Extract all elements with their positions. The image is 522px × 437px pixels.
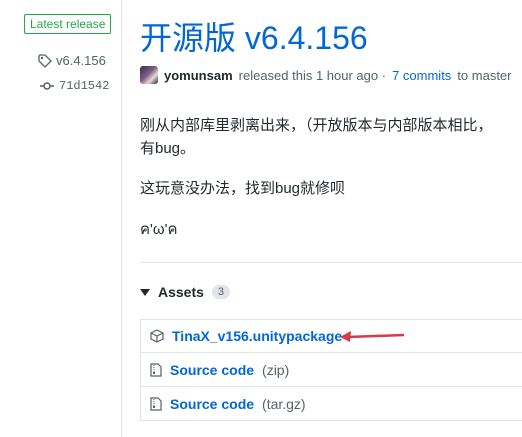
asset-item-zip[interactable]: Source code (zip) — [140, 353, 522, 387]
asset-name[interactable]: Source code — [170, 362, 254, 378]
assets-toggle[interactable]: Assets 3 — [140, 284, 231, 300]
notes-line-4: ค'ω'ค — [140, 221, 178, 238]
commit-icon — [40, 82, 54, 90]
avatar[interactable] — [140, 66, 158, 84]
release-title[interactable]: 开源版 v6.4.156 — [140, 18, 368, 58]
release-sidebar: Latest release v6.4.156 71d1542 — [0, 0, 122, 437]
package-icon — [150, 329, 164, 343]
author-link[interactable]: yomunsam — [164, 68, 233, 83]
annotation-arrow-icon — [340, 331, 405, 342]
assets-label: Assets — [158, 284, 204, 300]
notes-line-3: 这玩意没办法，找到bug就修呗 — [140, 180, 346, 197]
assets-count: 3 — [211, 285, 231, 299]
commit-sha: 71d1542 — [59, 79, 110, 93]
file-zip-icon — [150, 362, 162, 377]
asset-item-targz[interactable]: Source code (tar.gz) — [140, 387, 522, 421]
release-meta: yomunsam released this 1 hour ago · 7 co… — [140, 66, 512, 84]
notes-line-1: 刚从内部库里剥离出来，（开放版本与内部版本相比， — [140, 117, 493, 134]
triangle-down-icon — [140, 288, 150, 296]
notes-line-2: 有bug。 — [140, 140, 196, 157]
tag-label: v6.4.156 — [56, 53, 106, 68]
asset-name[interactable]: Source code — [170, 396, 254, 412]
asset-ext: (zip) — [262, 361, 290, 378]
released-text: released this 1 hour ago · — [238, 67, 387, 83]
latest-release-badge: Latest release — [24, 14, 112, 34]
divider — [140, 262, 522, 263]
commits-link[interactable]: 7 commits — [392, 68, 451, 83]
release-tag[interactable]: v6.4.156 — [38, 53, 106, 68]
release-commit[interactable]: 71d1542 — [40, 79, 109, 93]
asset-name[interactable]: TinaX_v156.unitypackage — [172, 328, 342, 344]
file-zip-icon — [150, 396, 162, 411]
asset-ext: (tar.gz) — [262, 395, 306, 412]
asset-item-unitypackage[interactable]: TinaX_v156.unitypackage — [140, 319, 522, 353]
commits-suffix: to master — [457, 67, 512, 83]
tag-icon — [38, 53, 52, 68]
